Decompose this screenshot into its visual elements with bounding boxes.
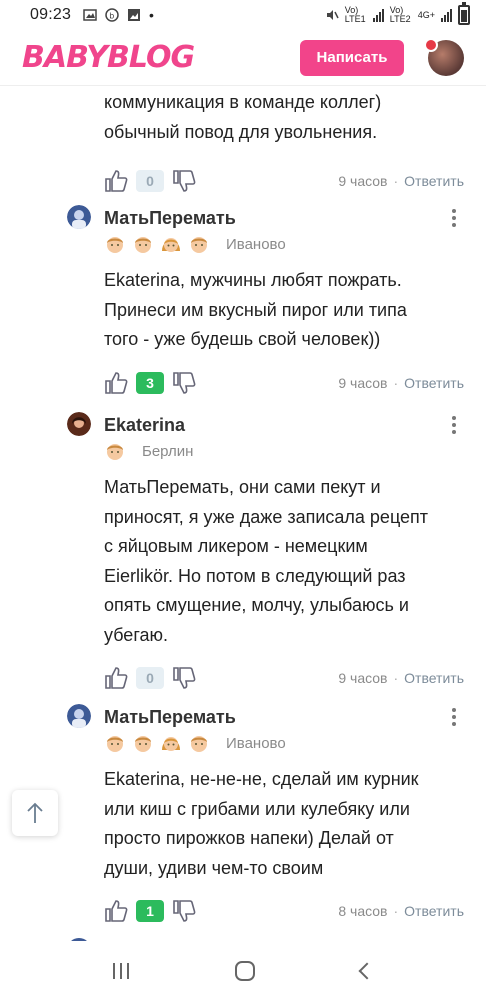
comment-text-line: Ekaterina, не-не-не, сделай им курник <box>104 769 419 789</box>
girl-icon <box>162 238 180 252</box>
status-bar: 09:23 b • Vo) LTE1 Vo) LTE2 4G+ <box>0 0 486 30</box>
comment-text-line: или киш с грибами или кулебяку или <box>104 798 410 819</box>
thumb-down-icon[interactable] <box>172 169 196 193</box>
comment-text-line: того - уже будешь свой человек)) <box>104 329 381 349</box>
girl-icon <box>162 737 180 751</box>
comment: МатьПеремать Иваново Ekaterina, мужчины … <box>67 204 464 397</box>
comment-actions: 3 9 часов · Ответить <box>104 369 464 397</box>
network-label: 4G+ <box>417 10 435 20</box>
thumb-up-icon[interactable] <box>104 371 128 395</box>
reply-link[interactable]: Ответить <box>404 903 464 919</box>
comment-text-line: МатьПеремать, они сами пекут и <box>104 477 381 497</box>
boy-icon <box>191 237 207 253</box>
comment-actions: 0 9 часов · Ответить <box>104 167 464 195</box>
comment: Ekaterina Берлин МатьПеремать, они сами … <box>67 411 464 692</box>
status-time: 09:23 <box>30 6 72 23</box>
comment: МатьПеремать Иваново Ekaterina, не-не-не… <box>67 703 464 925</box>
comment-text-line: души, удиви чем-то своим <box>104 857 324 878</box>
comments-feed: коммуникация в команде коллег) обычный п… <box>0 86 486 941</box>
comment-time: 9 часов <box>338 374 388 391</box>
thumb-up-icon[interactable] <box>104 899 128 923</box>
comment-partial: коммуникация в команде коллег) обычный п… <box>68 88 464 195</box>
recent-apps-icon[interactable] <box>113 962 129 979</box>
image-icon <box>128 9 141 21</box>
app-header: BABYBLOG Написать <box>0 30 486 86</box>
signal-icon <box>372 8 384 22</box>
thumb-down-icon[interactable] <box>172 666 196 690</box>
comment-text-line: Ekaterina, мужчины любят пожрать. <box>104 270 402 290</box>
more-menu-icon[interactable] <box>444 708 464 726</box>
more-menu-icon[interactable] <box>444 416 464 434</box>
home-icon[interactable] <box>235 960 255 981</box>
comment-city: Иваново <box>226 235 286 253</box>
comment-text-line: коммуникация в команде коллег) <box>104 92 382 112</box>
mute-icon <box>326 10 339 20</box>
comment-text-line: просто пирожков напеки) Делай от <box>104 828 394 848</box>
comment-text-line: Принеси им вкусный пирог или типа <box>104 299 407 320</box>
back-icon[interactable] <box>358 962 376 979</box>
sim1-label: Vo) LTE1 <box>344 5 366 24</box>
vote-count: 0 <box>136 170 164 192</box>
boy-icon <box>191 736 207 752</box>
comment-actions: 1 8 часов · Ответить <box>104 897 464 925</box>
comment-city: Иваново <box>226 734 286 752</box>
svg-text:b: b <box>109 12 114 21</box>
gallery-icon <box>83 9 97 21</box>
logo[interactable]: BABYBLOG <box>22 40 195 75</box>
signal2-icon <box>441 8 452 22</box>
comment-author[interactable]: Ekaterina <box>104 415 185 436</box>
more-menu-icon[interactable] <box>444 209 464 227</box>
comment-text-line: Eierlikör. Но потом в следующий раз <box>104 565 406 586</box>
comment-text-line: опять смущение, молчу, улыбаюсь и <box>104 595 409 615</box>
vote-count: 1 <box>136 900 164 922</box>
scroll-to-top-button[interactable] <box>12 790 58 836</box>
reply-link[interactable]: Ответить <box>404 375 464 391</box>
boy-icon <box>107 444 123 460</box>
sim2-label: Vo) LTE2 <box>389 5 411 24</box>
arrow-up-icon <box>27 802 43 823</box>
comment-text-line: приносят, я уже даже записала рецепт <box>104 506 429 527</box>
comment-city: Берлин <box>142 442 194 460</box>
kids-badges: Иваново <box>104 731 464 755</box>
thumb-down-icon[interactable] <box>172 371 196 395</box>
comment-time: 9 часов <box>338 173 388 189</box>
thumb-up-icon[interactable] <box>104 666 128 690</box>
vote-count: 3 <box>136 371 164 394</box>
comment-text-line: с яйцовым ликером - немецким <box>104 536 368 556</box>
avatar[interactable] <box>67 412 91 436</box>
comment-author[interactable]: МатьПеремать <box>104 707 236 728</box>
system-nav-bar <box>0 941 486 1000</box>
boy-icon <box>135 237 151 253</box>
comment-text-line: убегаю. <box>104 624 169 645</box>
kids-badges: Берлин <box>104 439 464 463</box>
avatar[interactable] <box>67 205 91 229</box>
comment-actions: 0 9 часов · Ответить <box>104 664 464 692</box>
boy-icon <box>107 237 123 253</box>
comment-text-line: обычный повод для увольнения. <box>104 121 378 142</box>
notification-dot-icon: • <box>149 7 154 23</box>
kids-badges: Иваново <box>104 232 464 256</box>
vote-count: 0 <box>136 667 164 689</box>
user-avatar[interactable] <box>424 37 464 76</box>
reply-link[interactable]: Ответить <box>404 670 464 686</box>
avatar[interactable] <box>67 704 91 728</box>
reply-link[interactable]: Ответить <box>404 173 464 189</box>
boy-icon <box>107 736 123 752</box>
boy-icon <box>135 736 151 752</box>
comment-time: 8 часов <box>338 903 388 919</box>
thumb-down-icon[interactable] <box>172 899 196 923</box>
bixby-icon: b <box>105 8 119 22</box>
write-button[interactable]: Написать <box>300 39 404 76</box>
thumb-up-icon[interactable] <box>104 169 128 193</box>
comment-time: 9 часов <box>338 670 388 686</box>
comment-author[interactable]: МатьПеремать <box>104 208 236 229</box>
battery-icon <box>458 2 470 25</box>
